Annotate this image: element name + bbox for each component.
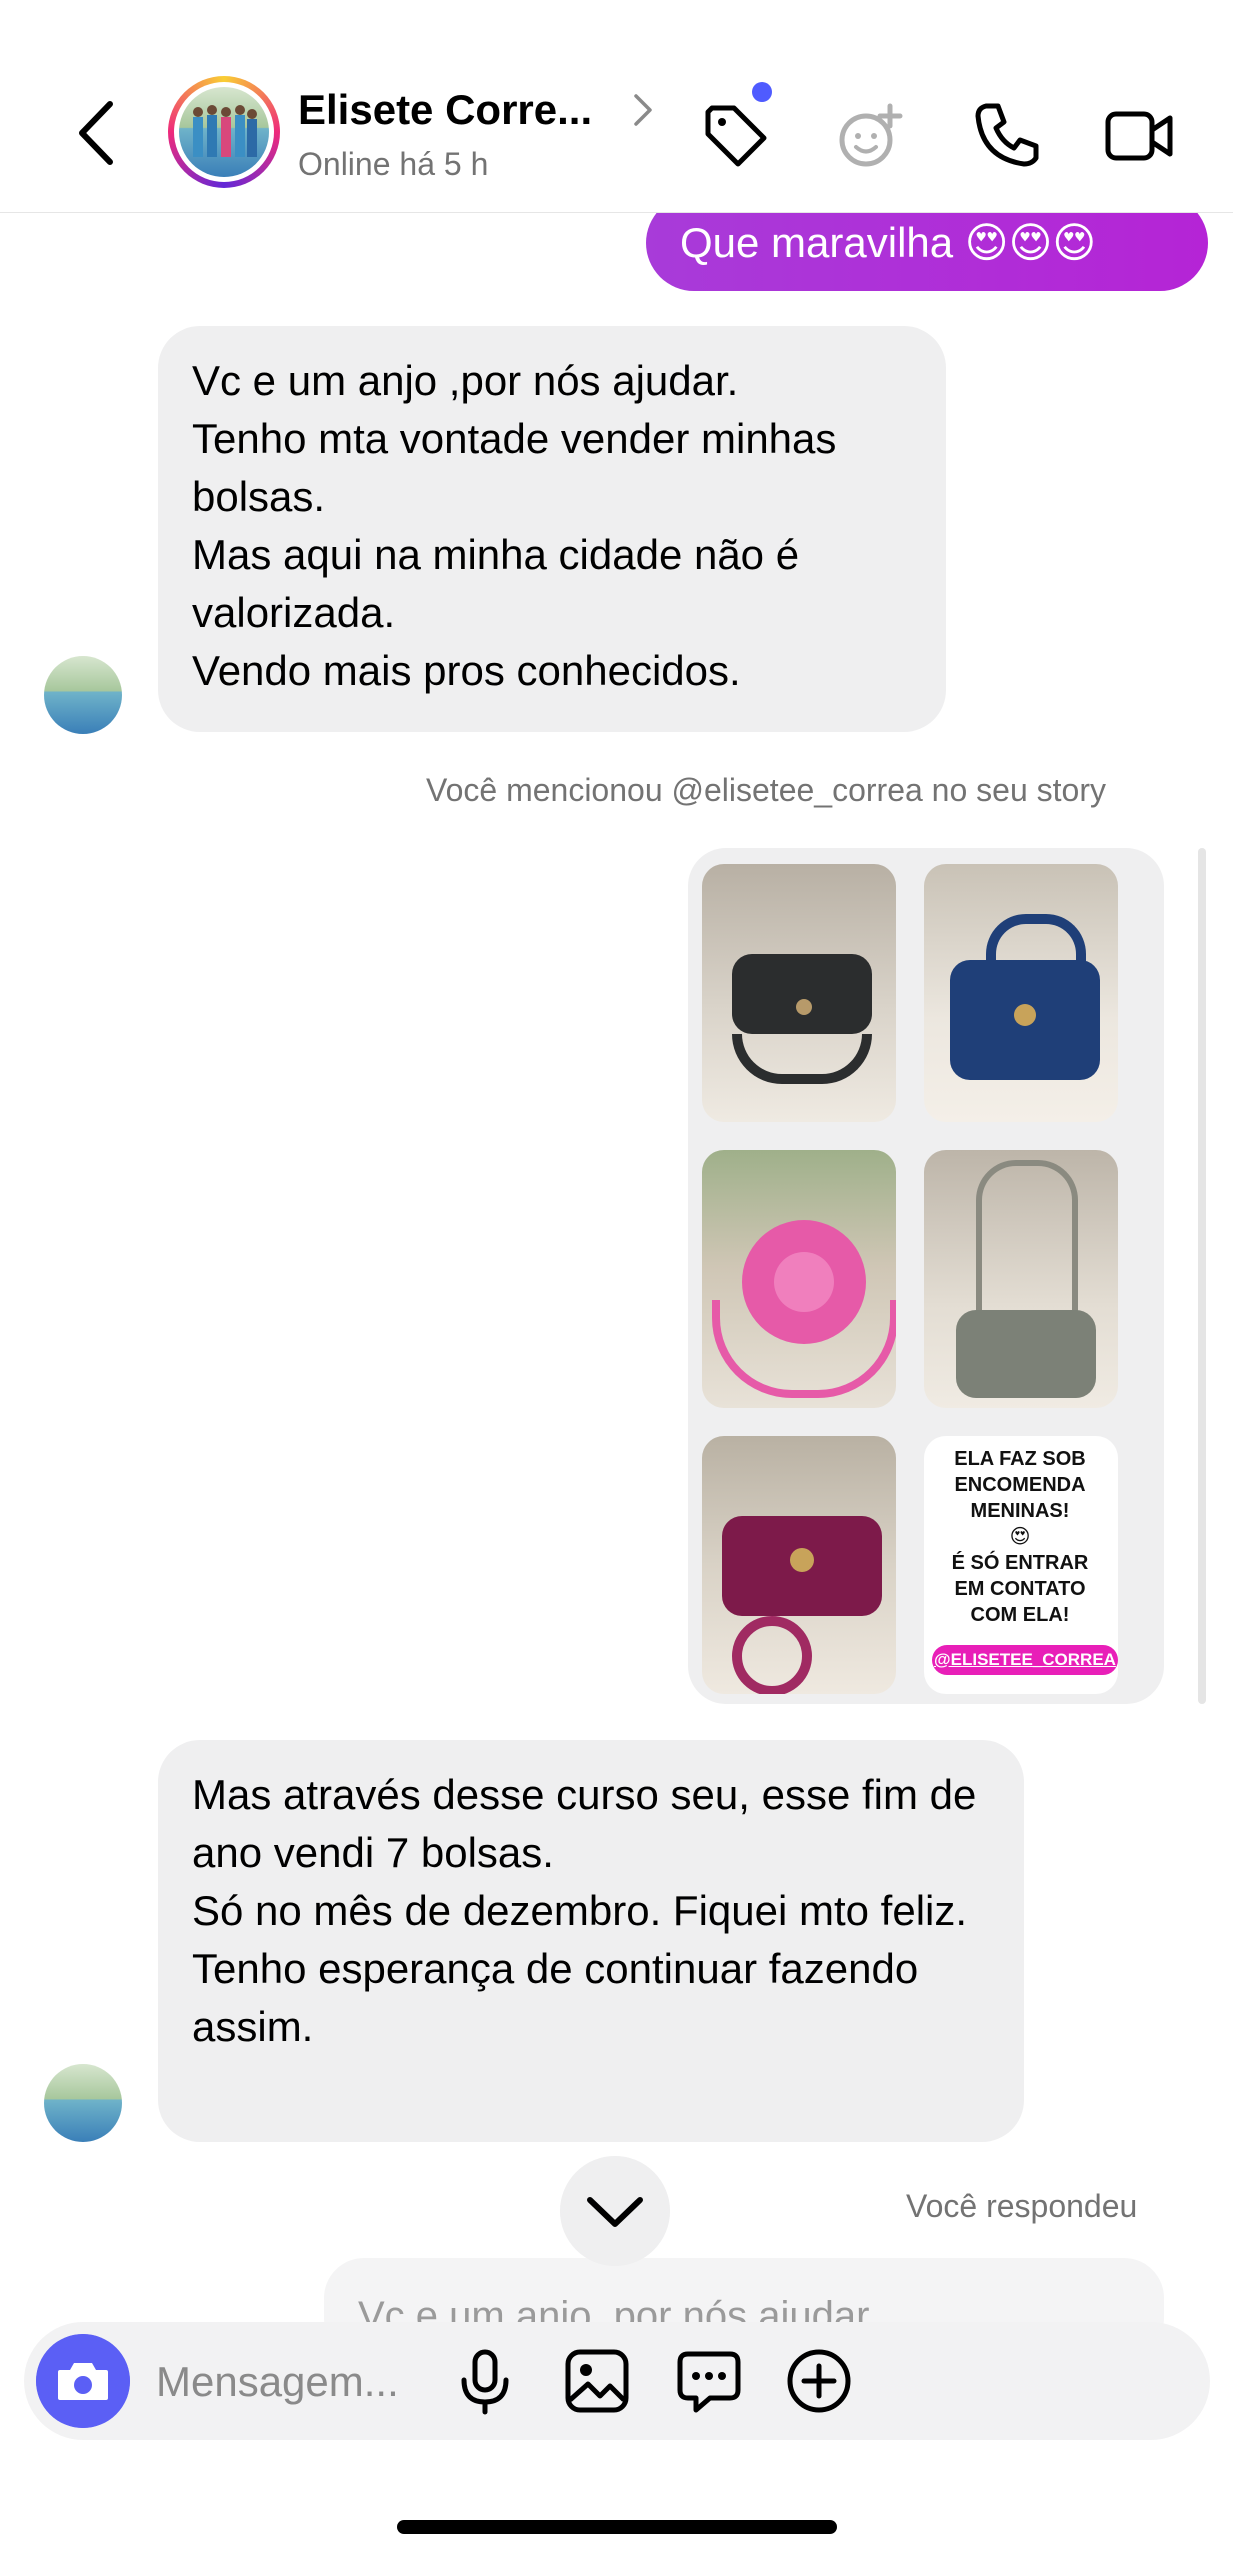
- story-scrollbar: [1198, 848, 1206, 1704]
- phone-icon[interactable]: [972, 100, 1042, 170]
- contact-name[interactable]: Elisete Corre...: [298, 86, 592, 134]
- avatar-photo: [179, 87, 269, 177]
- story-caption: ELA FAZ SOB ENCOMENDA MENINAS! 😍 É SÓ EN…: [920, 1446, 1120, 1628]
- story-mention-tag[interactable]: @ELISETEE_CORREA: [932, 1645, 1118, 1675]
- incoming-message[interactable]: Mas através desse curso seu, esse fim de…: [158, 1740, 1024, 2142]
- message-line: Vendo mais pros conhecidos.: [192, 647, 741, 694]
- contact-avatar[interactable]: [168, 76, 280, 188]
- home-indicator[interactable]: [397, 2520, 837, 2534]
- message-line: Só no mês de dezembro. Fiquei mto feliz.: [192, 1887, 968, 1934]
- contact-status: Online há 5 h: [298, 146, 489, 182]
- microphone-icon[interactable]: [450, 2346, 520, 2416]
- story-caption-line: COM ELA!: [970, 1604, 1070, 1626]
- sticker-icon[interactable]: [674, 2346, 744, 2416]
- story-image: [702, 1436, 896, 1694]
- story-caption-line: ENCOMENDA: [954, 1474, 1086, 1496]
- story-mention-notice: Você mencionou @elisetee_correa no seu s…: [426, 772, 1106, 808]
- gallery-icon[interactable]: [562, 2346, 632, 2416]
- story-image: [924, 864, 1118, 1122]
- message-composer: [24, 2322, 1210, 2440]
- effects-icon[interactable]: [836, 100, 906, 170]
- incoming-message[interactable]: Vc e um anjo ,por nós ajudar. Tenho mta …: [158, 326, 946, 732]
- sender-avatar[interactable]: [44, 2064, 122, 2142]
- story-image: [924, 1150, 1118, 1408]
- video-icon[interactable]: [1104, 100, 1174, 170]
- message-line: Mas aqui na minha cidade não é valorizad…: [192, 531, 800, 636]
- story-caption-line: É SÓ ENTRAR: [951, 1552, 1089, 1574]
- story-caption-line: ELA FAZ SOB: [954, 1448, 1086, 1470]
- story-caption-line: 😍: [1009, 1526, 1031, 1548]
- notification-dot: [752, 82, 772, 102]
- story-image: [702, 864, 896, 1122]
- chat-header: Elisete Corre... Online há 5 h: [0, 0, 1233, 213]
- message-line: Mas através desse curso seu, esse fim de…: [192, 1771, 977, 1876]
- message-line: Tenho esperança de continuar fazendo ass…: [192, 1945, 919, 2050]
- story-caption-line: EM CONTATO: [954, 1578, 1086, 1600]
- message-input[interactable]: [154, 2352, 718, 2412]
- reply-notice: Você respondeu: [906, 2188, 1138, 2224]
- add-icon[interactable]: [784, 2346, 854, 2416]
- scroll-down-button[interactable]: [560, 2156, 670, 2266]
- story-caption-line: MENINAS!: [970, 1500, 1070, 1522]
- message-line: Tenho mta vontade vender minhas bolsas.: [192, 415, 837, 520]
- back-arrow-icon[interactable]: [72, 98, 122, 168]
- message-line: Vc e um anjo ,por nós ajudar.: [192, 357, 739, 404]
- chevron-right-icon[interactable]: [632, 92, 654, 128]
- story-image: [702, 1150, 896, 1408]
- tag-icon[interactable]: [700, 100, 770, 170]
- camera-icon[interactable]: [36, 2334, 130, 2428]
- sender-avatar[interactable]: [44, 656, 122, 734]
